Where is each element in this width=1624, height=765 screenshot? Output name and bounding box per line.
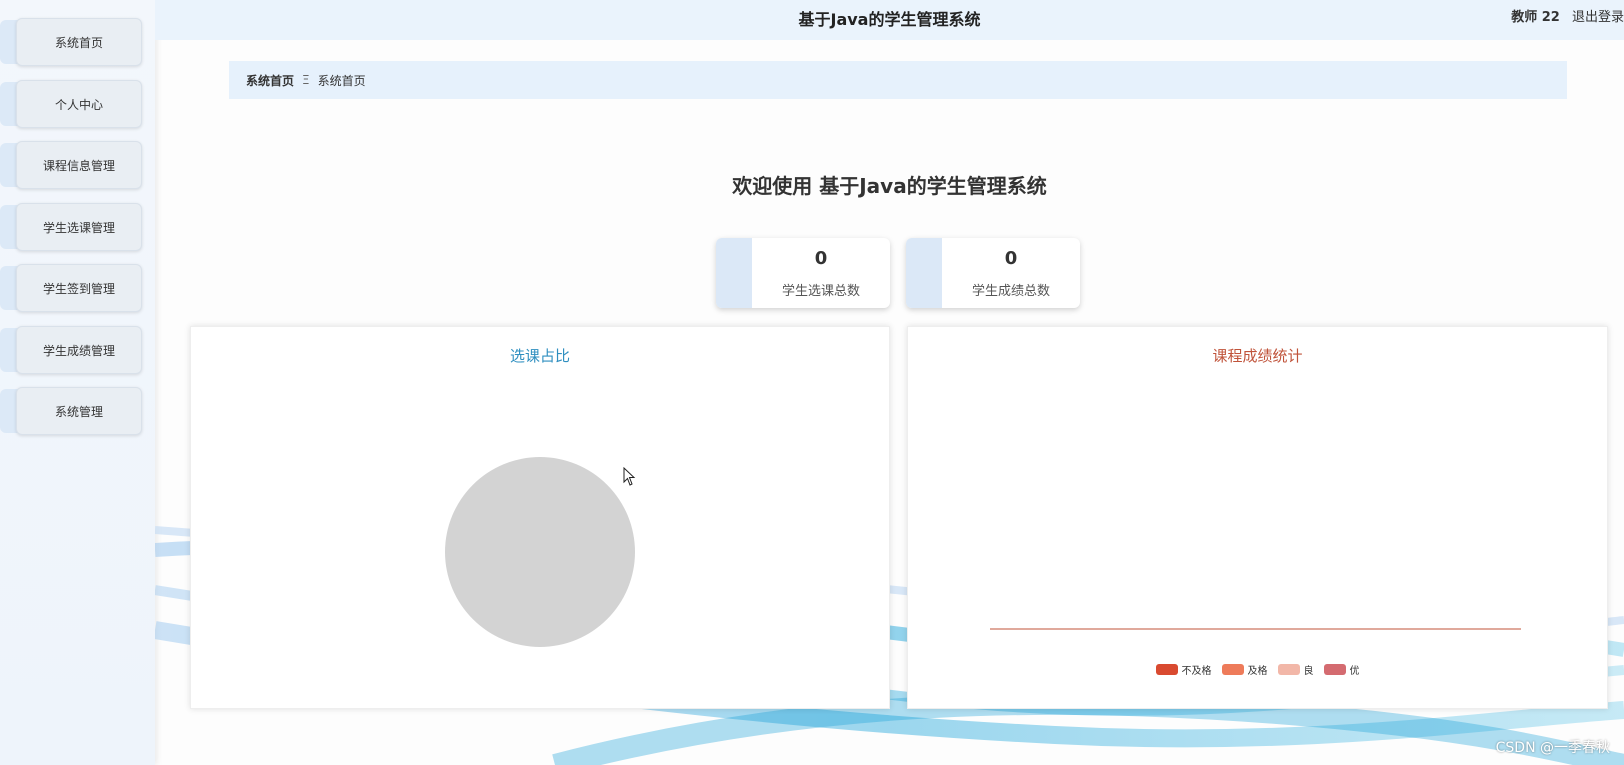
legend-label: 及格: [1247, 666, 1268, 677]
sidebar-item-profile[interactable]: 个人中心: [0, 80, 142, 128]
legend-item[interactable]: 不及格: [1155, 662, 1212, 677]
sidebar-item-system[interactable]: 系统管理: [0, 387, 142, 435]
bar-chart-legend: 不及格 及格 良 优: [908, 662, 1607, 677]
welcome-heading: 欢迎使用 基于Java的学生管理系统: [732, 174, 1047, 198]
user-label: 教师 22: [1511, 10, 1560, 25]
sidebar-item-sign-in[interactable]: 学生签到管理: [0, 264, 142, 312]
mouse-cursor-icon: [623, 467, 636, 486]
pie-chart-panel: 选课占比: [190, 326, 890, 709]
sidebar-item-label: 系统首页: [16, 18, 142, 66]
stat-label: 学生成绩总数: [971, 284, 1050, 299]
breadcrumb-home[interactable]: 系统首页: [246, 72, 294, 89]
sidebar: 系统首页 个人中心 课程信息管理 学生选课管理 学生签到管理 学生成绩管理 系统…: [0, 0, 155, 765]
legend-swatch: [1155, 664, 1178, 675]
sidebar-item-label: 学生选课管理: [16, 203, 142, 251]
sidebar-item-course-info[interactable]: 课程信息管理: [0, 141, 142, 189]
stat-label: 学生选课总数: [781, 284, 860, 299]
legend-item[interactable]: 良: [1277, 662, 1314, 677]
stat-card-course-selection: 0 学生选课总数: [716, 238, 890, 308]
stat-value: 0: [814, 248, 828, 269]
pie-chart: [445, 457, 635, 647]
breadcrumb-current: 系统首页: [317, 73, 366, 88]
sidebar-item-home[interactable]: 系统首页: [0, 18, 142, 66]
sidebar-item-label: 学生签到管理: [16, 264, 142, 312]
pie-empty-placeholder: [445, 457, 635, 647]
stat-card-band: [906, 238, 942, 308]
legend-label: 优: [1349, 666, 1360, 677]
legend-swatch: [1323, 664, 1346, 675]
sidebar-item-label: 学生成绩管理: [16, 326, 142, 374]
top-header: 基于Java的学生管理系统 教师 22 退出登录: [155, 0, 1624, 40]
app-title: 基于Java的学生管理系统: [798, 10, 981, 29]
logout-link[interactable]: 退出登录: [1572, 10, 1624, 25]
breadcrumb-separator-icon: Ξ: [302, 73, 310, 87]
stat-card-grades: 0 学生成绩总数: [906, 238, 1080, 308]
legend-swatch: [1277, 664, 1300, 675]
sidebar-item-grades[interactable]: 学生成绩管理: [0, 326, 142, 374]
breadcrumb: 系统首页 Ξ 系统首页: [229, 61, 1567, 99]
legend-label: 良: [1303, 666, 1314, 677]
bar-chart-panel: 课程成绩统计 不及格 及格良优: [907, 326, 1608, 709]
sidebar-item-label: 课程信息管理: [16, 141, 142, 189]
legend-item[interactable]: 优: [1323, 662, 1360, 677]
sidebar-item-label: 个人中心: [16, 80, 142, 128]
sidebar-item-label: 系统管理: [16, 387, 142, 435]
stat-value: 0: [1004, 248, 1018, 269]
bar-chart: [990, 628, 1521, 630]
sidebar-item-course-selection[interactable]: 学生选课管理: [0, 203, 142, 251]
legend-label: 不及格: [1181, 666, 1212, 677]
legend-swatch: [1221, 664, 1244, 675]
watermark: CSDN @一季春秋: [1495, 740, 1610, 756]
stat-card-band: [716, 238, 752, 308]
user-area: 教师 22 退出登录: [1511, 6, 1624, 25]
legend-item[interactable]: 及格: [1221, 662, 1268, 677]
